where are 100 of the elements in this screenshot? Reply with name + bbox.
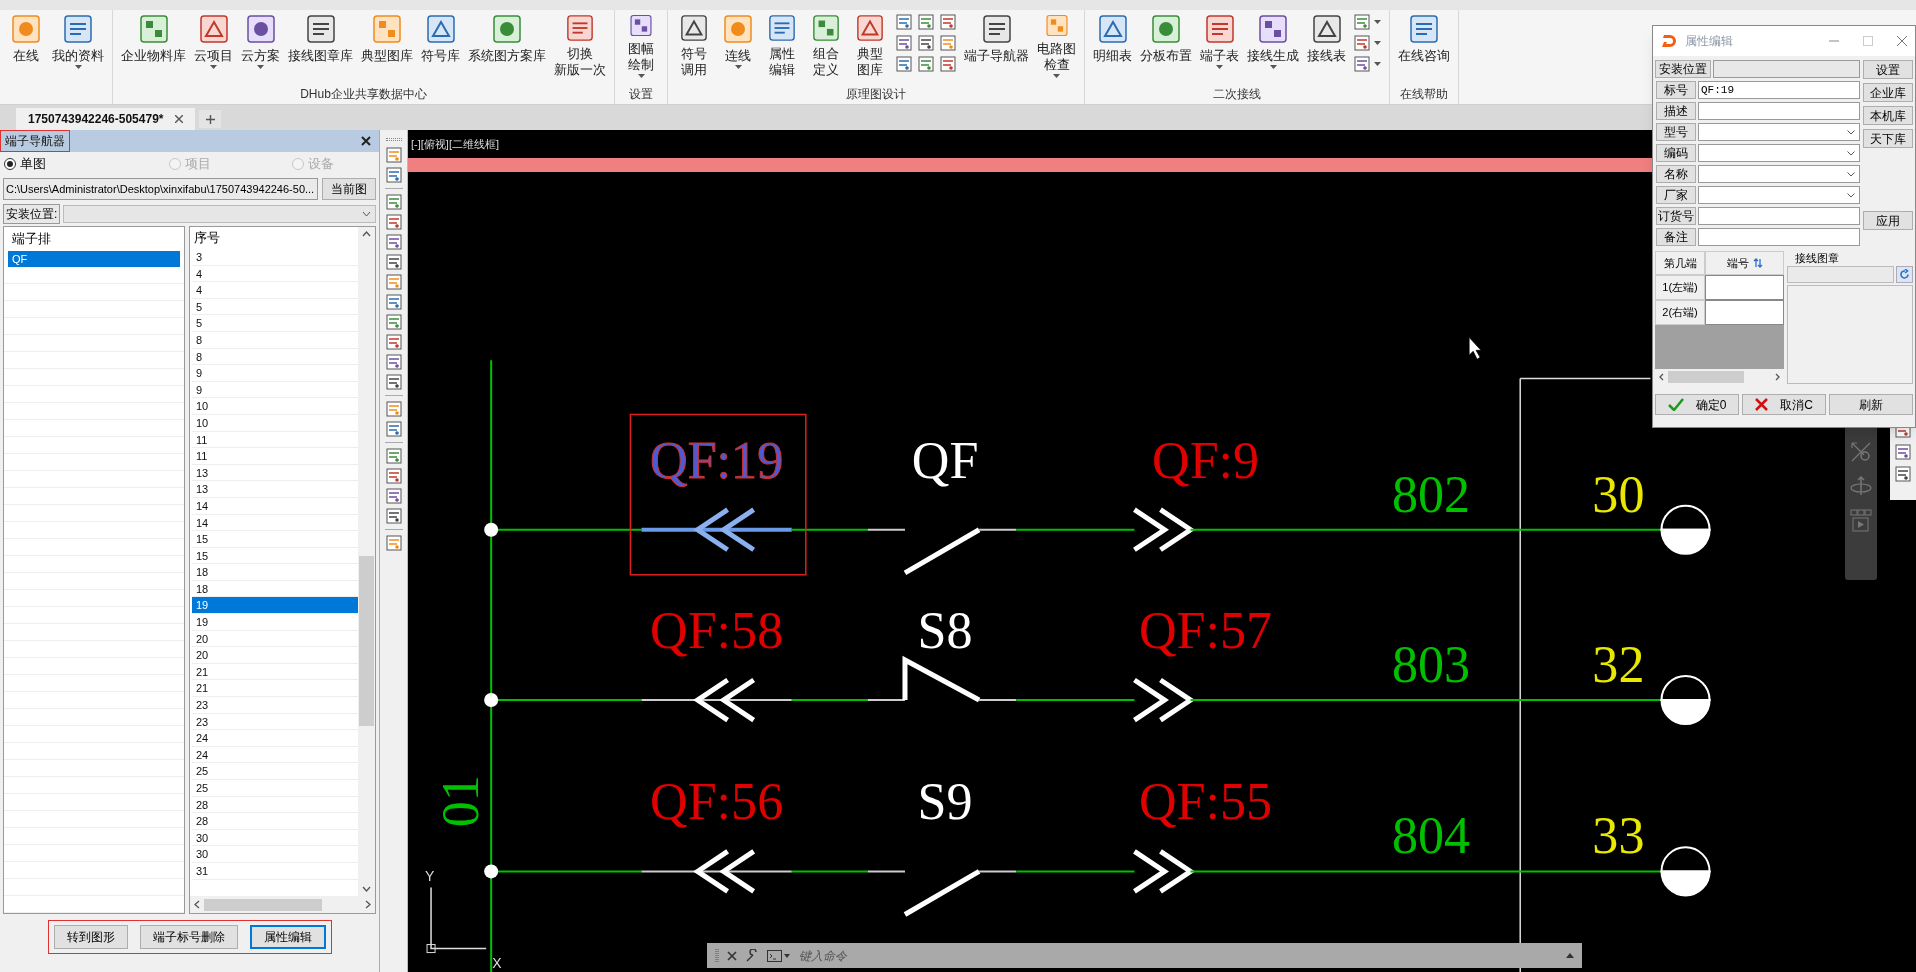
number-item[interactable]: 15 — [192, 547, 358, 565]
number-item[interactable]: 24 — [192, 730, 358, 747]
number-item[interactable]: 25 — [192, 763, 358, 780]
caret-up-icon[interactable] — [1566, 953, 1574, 958]
tool-icon[interactable] — [385, 167, 402, 183]
number-item[interactable]: 19 — [192, 597, 358, 615]
tool-icon[interactable] — [385, 314, 402, 330]
field-label-button[interactable]: 备注 — [1656, 228, 1696, 246]
horizontal-scrollbar[interactable] — [1655, 369, 1784, 384]
refresh-button[interactable] — [1896, 266, 1913, 283]
chevron-left-icon[interactable] — [1659, 372, 1664, 381]
number-item[interactable]: 5 — [192, 315, 358, 332]
document-tab[interactable]: 1750743942246-505479* — [16, 108, 196, 130]
ribbon-button[interactable]: 端子导航器 — [960, 10, 1033, 78]
scrollbar-thumb[interactable] — [359, 556, 374, 726]
text-field[interactable] — [1698, 102, 1860, 120]
number-item[interactable]: 8 — [192, 348, 358, 366]
tool-icon[interactable] — [385, 468, 402, 484]
tool-icon[interactable] — [896, 35, 912, 51]
number-item[interactable]: 30 — [192, 829, 358, 847]
readonly-field[interactable] — [1713, 60, 1860, 78]
ribbon-button[interactable]: 明细表 — [1089, 10, 1136, 78]
ribbon-button[interactable]: 云项目 — [190, 10, 237, 78]
wrench-icon[interactable] — [745, 948, 759, 963]
ribbon-button[interactable]: 分板布置 — [1136, 10, 1196, 78]
showmotion-icon[interactable] — [1850, 509, 1872, 533]
dialog-button[interactable]: 刷新 — [1829, 394, 1913, 415]
zoom-icon[interactable] — [1850, 441, 1872, 463]
tool-icon[interactable] — [385, 448, 402, 464]
tool-icon[interactable] — [940, 14, 956, 30]
tool-icon[interactable] — [385, 234, 402, 250]
field-dropdown[interactable] — [1698, 144, 1860, 162]
number-item[interactable]: 14 — [192, 514, 358, 532]
stamp-field[interactable] — [1787, 266, 1894, 283]
ribbon-button[interactable]: 连线 — [716, 10, 760, 78]
field-label-button[interactable]: 描述 — [1656, 102, 1696, 120]
field-label-button[interactable]: 订货号 — [1656, 207, 1696, 225]
number-item[interactable]: 13 — [192, 481, 358, 498]
tool-icon[interactable] — [1354, 56, 1370, 72]
tool-icon[interactable] — [1354, 14, 1370, 30]
number-item[interactable]: 28 — [192, 813, 358, 830]
field-dropdown[interactable] — [1698, 165, 1860, 183]
ribbon-button[interactable]: 端子表 — [1196, 10, 1243, 78]
command-input[interactable]: 键入命令 — [799, 946, 1558, 965]
number-item[interactable]: 4 — [192, 265, 358, 283]
ribbon-button[interactable]: 电路图 检查 — [1033, 10, 1080, 78]
field-label-button[interactable]: 安装位置 — [1655, 60, 1711, 78]
field-label-button[interactable]: 型号 — [1656, 123, 1696, 141]
number-item[interactable]: 24 — [192, 746, 358, 764]
number-item[interactable]: 3 — [192, 249, 358, 266]
chevron-right-icon[interactable] — [1775, 372, 1780, 381]
ribbon-button[interactable]: 符号 调用 — [672, 10, 716, 78]
tool-icon[interactable] — [940, 35, 956, 51]
tool-icon[interactable] — [1895, 466, 1911, 482]
side-button[interactable]: 设置 — [1863, 60, 1913, 79]
number-item[interactable]: 15 — [192, 531, 358, 548]
tool-icon[interactable] — [385, 214, 402, 230]
chevron-up-icon[interactable] — [362, 231, 371, 237]
number-item[interactable]: 18 — [192, 564, 358, 581]
tool-icon[interactable] — [1354, 35, 1370, 51]
table-cell[interactable] — [1705, 275, 1784, 300]
chevron-left-icon[interactable] — [194, 900, 200, 909]
number-item[interactable]: 23 — [192, 713, 358, 731]
number-item[interactable]: 21 — [192, 663, 358, 681]
ribbon-button[interactable]: 典型 图库 — [848, 10, 892, 78]
terminal-icon[interactable] — [767, 949, 791, 962]
table-cell[interactable] — [1705, 300, 1784, 325]
ribbon-button[interactable]: 组合 定义 — [804, 10, 848, 78]
ribbon-button[interactable]: 在线咨询 — [1394, 10, 1454, 78]
strip-item[interactable]: QF — [8, 251, 180, 267]
text-field[interactable]: QF:19 — [1698, 81, 1860, 99]
tool-icon[interactable] — [385, 421, 402, 437]
number-item[interactable]: 20 — [192, 647, 358, 664]
close-icon[interactable] — [727, 950, 737, 961]
tool-icon[interactable] — [385, 194, 402, 210]
ribbon-button[interactable]: 我的资料 — [48, 10, 108, 78]
ribbon-button[interactable]: 符号库 — [417, 10, 464, 78]
number-item[interactable]: 8 — [192, 331, 358, 349]
number-item[interactable]: 10 — [192, 414, 358, 432]
side-button[interactable]: 本机库 — [1863, 106, 1913, 125]
tool-icon[interactable] — [1895, 444, 1911, 460]
grip-icon[interactable] — [715, 947, 719, 964]
chevron-right-icon[interactable] — [365, 900, 371, 909]
panel-button[interactable]: 属性编辑 — [249, 925, 326, 949]
scrollbar-thumb[interactable] — [1668, 370, 1744, 383]
ribbon-button[interactable]: 云方案 — [237, 10, 284, 78]
orbit-icon[interactable] — [1850, 475, 1872, 497]
field-label-button[interactable]: 标号 — [1656, 81, 1696, 99]
tool-icon[interactable] — [918, 56, 934, 72]
number-item[interactable]: 11 — [192, 431, 358, 449]
horizontal-scrollbar[interactable] — [190, 896, 375, 913]
sort-icon[interactable] — [1752, 258, 1763, 268]
tool-icon[interactable] — [940, 56, 956, 72]
number-item[interactable]: 19 — [192, 614, 358, 631]
field-dropdown[interactable] — [1698, 123, 1860, 141]
number-item[interactable]: 13 — [192, 464, 358, 482]
dialog-button[interactable]: 确定0 — [1655, 394, 1739, 415]
tool-icon[interactable] — [385, 374, 402, 390]
panel-button[interactable]: 转到图形 — [53, 925, 128, 949]
number-item[interactable]: 28 — [192, 796, 358, 814]
